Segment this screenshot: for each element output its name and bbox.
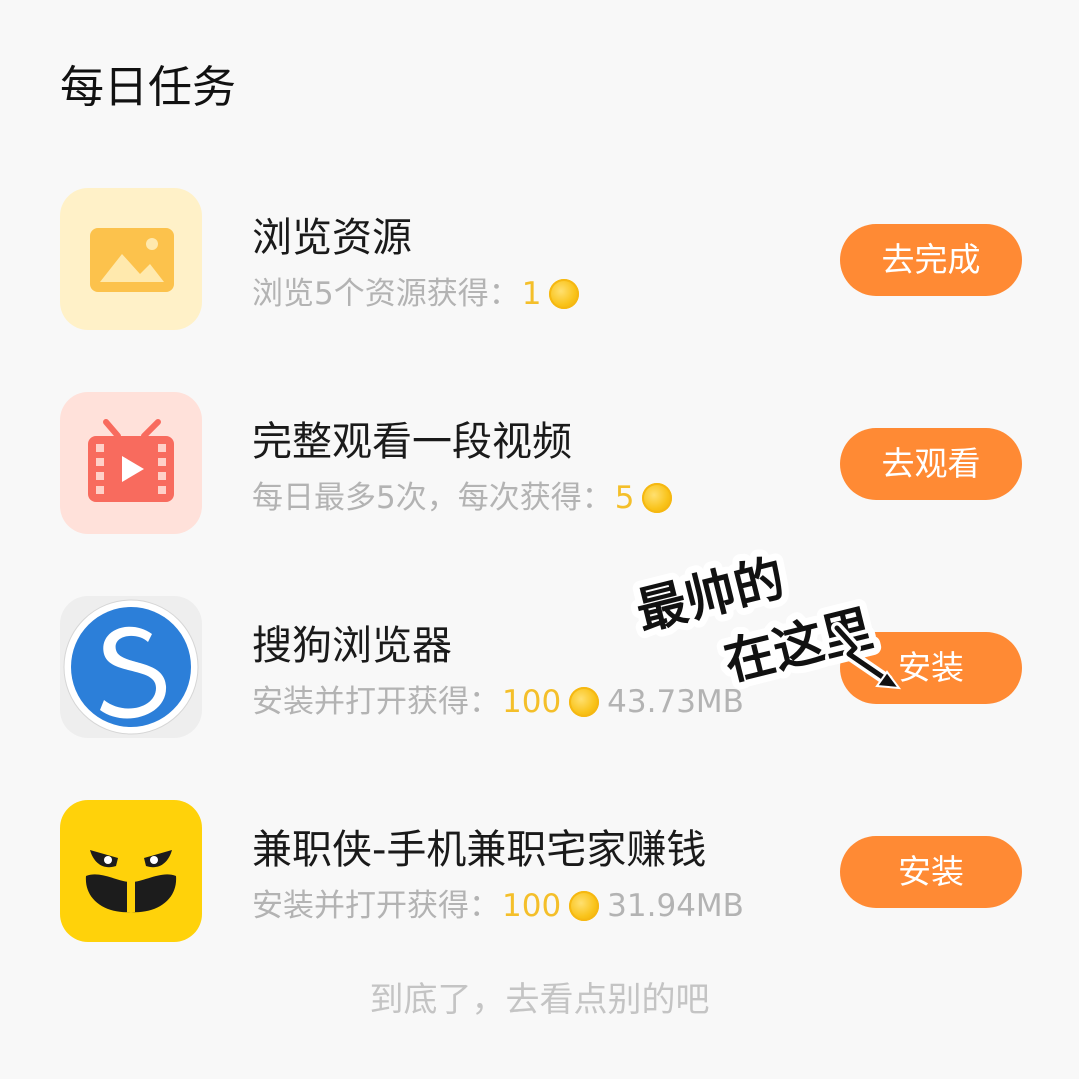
video-tv-icon <box>60 392 202 534</box>
list-item: 搜狗浏览器 安装并打开获得： 100 43.73MB 安装 <box>0 596 1079 746</box>
install-button[interactable]: 安装 <box>840 836 1022 908</box>
list-item: 兼职侠-手机兼职宅家赚钱 安装并打开获得： 100 31.94MB 安装 <box>0 800 1079 950</box>
task-desc-text: 安装并打开获得： <box>252 684 500 720</box>
task-desc-text: 安装并打开获得： <box>252 888 500 924</box>
reward-amount: 100 <box>502 684 562 720</box>
sogou-browser-icon <box>60 596 202 738</box>
reward-amount: 1 <box>521 276 542 312</box>
page-title: 每日任务 <box>60 62 236 113</box>
watch-button[interactable]: 去观看 <box>840 428 1022 500</box>
file-size: 31.94MB <box>607 888 744 924</box>
image-icon <box>60 188 202 330</box>
reward-amount: 100 <box>502 888 562 924</box>
coin-icon <box>549 279 580 309</box>
task-description: 安装并打开获得： 100 43.73MB <box>252 680 744 724</box>
end-of-list-text: 到底了，去看点别的吧 <box>369 980 710 1020</box>
task-description: 每日最多5次，每次获得： 5 <box>252 476 673 520</box>
task-title: 搜狗浏览器 <box>252 623 452 669</box>
task-desc-text: 每日最多5次，每次获得： <box>252 480 613 516</box>
file-size: 43.73MB <box>607 684 744 720</box>
list-item: 浏览资源 浏览5个资源获得： 1 去完成 <box>0 188 1079 338</box>
complete-button[interactable]: 去完成 <box>840 224 1022 296</box>
coin-icon <box>569 891 600 921</box>
task-description: 安装并打开获得： 100 31.94MB <box>252 884 744 928</box>
task-title: 完整观看一段视频 <box>252 419 572 465</box>
coin-icon <box>569 687 600 717</box>
task-title: 兼职侠-手机兼职宅家赚钱 <box>252 827 707 873</box>
coin-icon <box>642 483 673 513</box>
jianzhixia-app-icon <box>60 800 202 942</box>
task-description: 浏览5个资源获得： 1 <box>252 272 580 316</box>
install-button[interactable]: 安装 <box>840 632 1022 704</box>
task-title: 浏览资源 <box>252 215 412 261</box>
list-item: 完整观看一段视频 每日最多5次，每次获得： 5 去观看 <box>0 392 1079 542</box>
reward-amount: 5 <box>614 480 635 516</box>
task-desc-text: 浏览5个资源获得： <box>252 276 520 312</box>
